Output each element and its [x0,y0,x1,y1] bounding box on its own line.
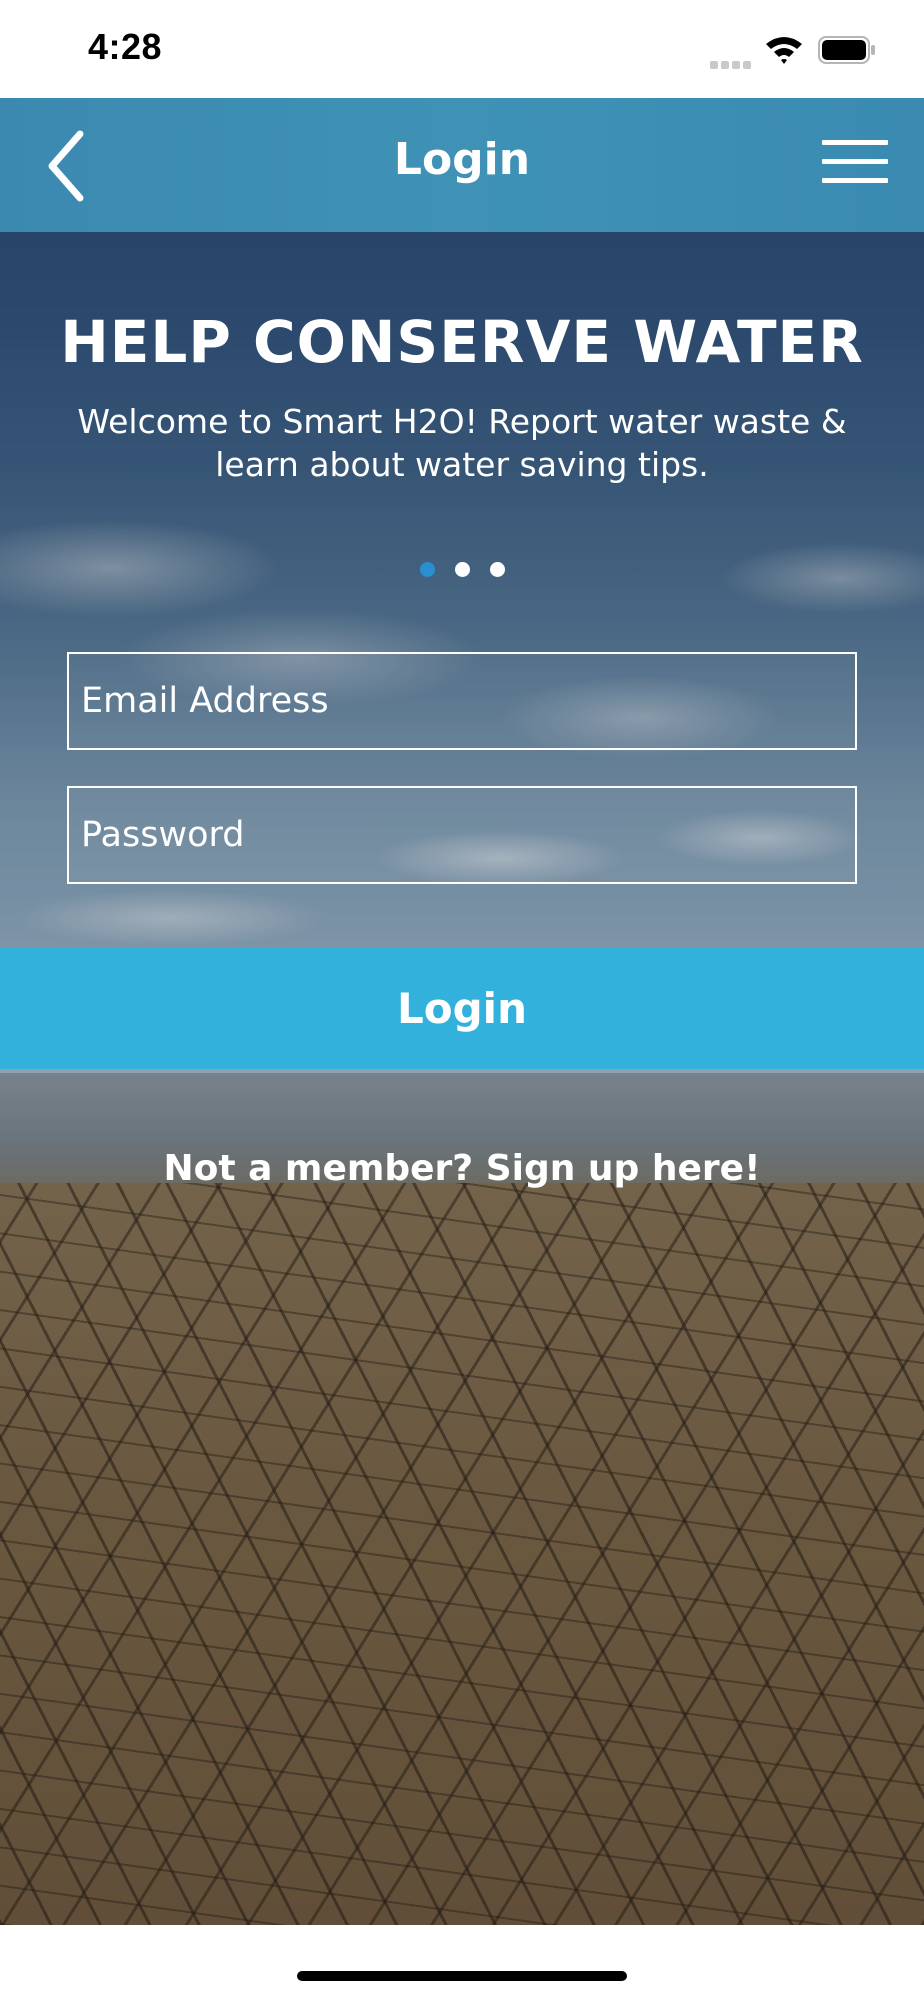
cellular-signal-icon [710,54,754,73]
hamburger-menu-icon [822,140,888,145]
hero-subtitle: Welcome to Smart H2O! Report water waste… [77,402,847,484]
page-dot-3[interactable] [489,562,505,577]
status-bar: 4:28 [0,0,924,98]
bottom-safe-area [0,1925,924,2000]
signup-link[interactable]: Not a member? Sign up here! [0,1148,924,1189]
login-button[interactable]: Login [0,947,924,1069]
battery-icon [818,36,875,64]
password-field[interactable] [67,786,857,884]
hero-title: HELP CONSERVE WATER [60,308,864,376]
login-screen: 4:28 Login HELP CONSERVE WATER Welcome t… [0,0,924,2000]
page-title: Login [393,134,531,185]
status-time: 4:28 [88,26,163,67]
wifi-icon [766,37,802,64]
navigation-bar: Login [0,98,924,232]
page-dot-2[interactable] [454,562,470,577]
email-field[interactable] [67,652,857,750]
menu-button[interactable] [822,140,890,192]
page-dot-1[interactable] [419,562,435,577]
home-indicator[interactable] [297,1971,627,1981]
page-indicator[interactable] [0,562,924,577]
